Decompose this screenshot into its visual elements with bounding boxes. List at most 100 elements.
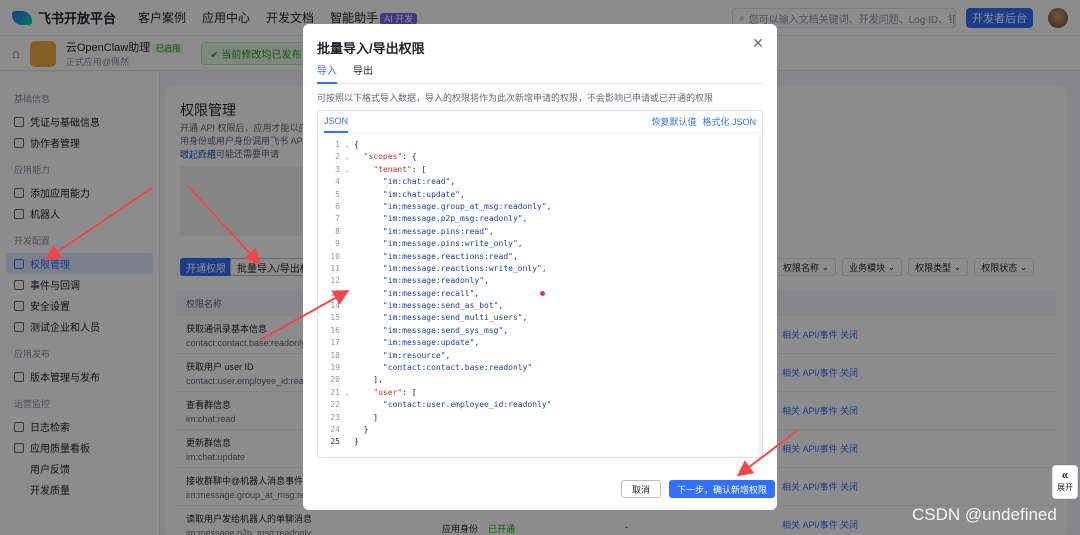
code-line: 14 "im:message:send_as_bot", bbox=[318, 300, 762, 312]
fold-gutter bbox=[340, 412, 354, 424]
json-punct: : { bbox=[402, 152, 417, 162]
line-number: 5 bbox=[335, 189, 340, 199]
line-number: 10 bbox=[330, 251, 340, 261]
json-string: "im:message:readonly" bbox=[382, 276, 485, 286]
json-editor[interactable]: JSON 恢复默认值 格式化 JSON 1 ⌄{2 ⌄ "scopes": {3 ⌄ … bbox=[317, 110, 763, 458]
json-punct: , bbox=[450, 177, 456, 187]
json-string: "im:message.pins:write_only" bbox=[382, 239, 518, 249]
json-key: "scopes" bbox=[363, 152, 403, 162]
fold-chevron-icon[interactable]: ⌄ bbox=[340, 139, 354, 151]
editor-scrollbar[interactable] bbox=[758, 135, 762, 455]
fold-gutter bbox=[340, 275, 354, 287]
code-text: "im:message:send_as_bot", bbox=[354, 300, 503, 312]
json-punct: , bbox=[484, 276, 489, 286]
code-text: "im:message:send_sys_msg", bbox=[354, 325, 508, 337]
code-line: 4 "im:chat:read", bbox=[318, 176, 762, 188]
json-punct: , bbox=[498, 301, 504, 311]
code-line: 1 ⌄{ bbox=[318, 139, 762, 151]
fold-chevron-icon[interactable]: ⌄ bbox=[340, 151, 354, 163]
fold-gutter bbox=[340, 213, 354, 225]
json-string: "im:chat:read" bbox=[382, 177, 451, 187]
code-line: 25} bbox=[318, 436, 762, 448]
line-number: 1 bbox=[335, 140, 340, 149]
code-text: "im:chat:update", bbox=[354, 189, 465, 201]
code-text: "im:message:readonly", bbox=[354, 275, 489, 287]
fold-gutter bbox=[340, 300, 354, 312]
code-text: "contact:user.employee_id:readonly" bbox=[354, 399, 552, 411]
json-string: "im:message:send_multi_users" bbox=[382, 313, 523, 323]
code-text: "im:message:update", bbox=[354, 337, 479, 349]
line-number: 23 bbox=[330, 412, 340, 422]
json-punct: , bbox=[503, 325, 509, 335]
code-text: ] bbox=[354, 412, 378, 424]
fold-gutter bbox=[340, 288, 354, 300]
tab-export[interactable]: 导出 bbox=[353, 64, 373, 84]
fold-gutter bbox=[340, 251, 354, 263]
line-number: 15 bbox=[330, 313, 340, 323]
line-number: 8 bbox=[335, 226, 340, 236]
tab-import[interactable]: 导入 bbox=[317, 64, 337, 84]
code-line: 2 ⌄ "scopes": { bbox=[318, 151, 762, 163]
double-chevron-left-icon: « bbox=[1061, 468, 1069, 482]
fold-gutter bbox=[340, 226, 354, 238]
json-punct: , bbox=[512, 251, 518, 261]
fold-gutter bbox=[340, 350, 354, 362]
line-number: 3 bbox=[335, 164, 340, 174]
code-line: 19 "contact:contact.base:readonly" bbox=[318, 362, 762, 374]
code-line: 22 "contact:user.employee_id:readonly" bbox=[318, 399, 762, 411]
code-text: } bbox=[354, 436, 359, 448]
import-hint: 可按照以下格式导入数据，导入的权限将作为此次新增申请的权限，不会影响已申请或已开… bbox=[317, 93, 714, 103]
code-text: "im:resource", bbox=[354, 350, 450, 362]
line-number: 7 bbox=[335, 214, 340, 224]
fold-gutter bbox=[340, 238, 354, 250]
line-number: 16 bbox=[330, 325, 340, 335]
line-number: 20 bbox=[330, 375, 340, 385]
json-punct: , bbox=[474, 288, 480, 298]
fold-gutter bbox=[340, 424, 354, 436]
code-text: "tenant": [ bbox=[354, 164, 426, 176]
fold-gutter bbox=[340, 325, 354, 337]
next-confirm-button[interactable]: 下一步，确认新增权限 bbox=[669, 480, 776, 498]
json-punct: , bbox=[517, 239, 523, 249]
line-number: 22 bbox=[330, 400, 340, 410]
json-punct: , bbox=[522, 313, 528, 323]
json-key: "tenant" bbox=[373, 164, 412, 174]
expand-label: 展开 bbox=[1057, 483, 1073, 492]
fold-gutter bbox=[340, 337, 354, 349]
json-punct: ] bbox=[373, 412, 379, 422]
cancel-button[interactable]: 取消 bbox=[621, 480, 662, 498]
code-text: ], bbox=[354, 374, 383, 386]
line-number: 6 bbox=[335, 201, 340, 211]
json-string: "im:message:send_as_bot" bbox=[382, 301, 499, 311]
fold-gutter bbox=[340, 189, 354, 201]
close-icon[interactable]: ✕ bbox=[751, 36, 765, 50]
fold-chevron-icon[interactable]: ⌄ bbox=[340, 164, 354, 176]
json-string: "im:message.p2p_msg:readonly" bbox=[382, 214, 523, 224]
json-string: "im:message.reactions:write_only" bbox=[382, 263, 542, 273]
line-number: 18 bbox=[330, 350, 340, 360]
json-punct: : [ bbox=[402, 387, 417, 397]
code-line: 18 "im:resource", bbox=[318, 350, 762, 362]
json-string: "im:chat:update" bbox=[382, 189, 460, 199]
json-punct: } bbox=[363, 424, 369, 434]
tab-json[interactable]: JSON bbox=[324, 111, 349, 133]
code-text: "scopes": { bbox=[354, 151, 417, 163]
code-line: 23 ] bbox=[318, 412, 762, 424]
json-punct: , bbox=[546, 201, 552, 211]
json-punct: , bbox=[488, 226, 494, 236]
fold-chevron-icon[interactable]: ⌄ bbox=[340, 387, 354, 399]
cursor-marker bbox=[540, 291, 545, 296]
fold-gutter bbox=[340, 312, 354, 324]
dialog-footer: 取消 下一步，确认新增权限 bbox=[621, 480, 776, 498]
expand-panel-button[interactable]: « 展开 bbox=[1052, 465, 1078, 499]
code-line: 12 "im:message:readonly", bbox=[318, 275, 762, 287]
line-number: 12 bbox=[330, 276, 340, 286]
batch-permission-dialog: 批量导入/导出权限 ✕ 导入 导出 可按照以下格式导入数据，导入的权限将作为此次… bbox=[303, 24, 777, 510]
line-number: 9 bbox=[335, 239, 340, 249]
fold-gutter bbox=[340, 399, 354, 411]
restore-default-link[interactable]: 恢复默认值 bbox=[651, 115, 696, 128]
format-json-link[interactable]: 格式化 JSON bbox=[702, 115, 756, 128]
code-line: 10 "im:message.reactions:read", bbox=[318, 251, 762, 263]
watermark: CSDN @undefined bbox=[912, 505, 1057, 524]
line-number: 25 bbox=[330, 437, 340, 447]
